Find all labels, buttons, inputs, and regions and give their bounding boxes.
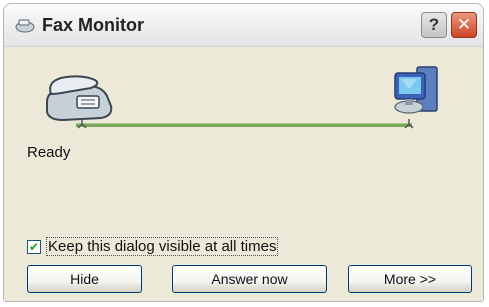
keep-visible-label[interactable]: Keep this dialog visible at all times <box>46 237 279 256</box>
status-text: Ready <box>27 144 71 161</box>
dialog-content: Ready ✔ Keep this dialog visible at all … <box>4 47 483 301</box>
keep-visible-checkbox[interactable]: ✔ <box>27 239 41 254</box>
connection-node-right-icon <box>404 119 414 129</box>
connection-line <box>76 123 412 127</box>
close-icon: ✕ <box>456 15 472 34</box>
check-icon: ✔ <box>28 239 40 254</box>
help-button[interactable]: ? <box>421 12 447 38</box>
answer-now-button[interactable]: Answer now <box>172 265 327 293</box>
fax-monitor-window: Fax Monitor ? ✕ Ready ✔ Keep this dialog… <box>3 3 484 302</box>
keep-visible-option[interactable]: ✔ Keep this dialog visible at all times <box>27 237 279 256</box>
close-button[interactable]: ✕ <box>451 12 477 38</box>
computer-icon <box>394 66 438 114</box>
connection-node-left-icon <box>77 119 87 129</box>
fax-machine-icon <box>46 75 113 122</box>
more-button[interactable]: More >> <box>348 265 472 293</box>
window-title: Fax Monitor <box>42 15 144 35</box>
hide-button[interactable]: Hide <box>27 265 142 293</box>
fax-monitor-app-icon <box>15 19 35 33</box>
title-bar[interactable]: Fax Monitor ? ✕ <box>4 4 483 47</box>
help-icon: ? <box>428 15 440 34</box>
